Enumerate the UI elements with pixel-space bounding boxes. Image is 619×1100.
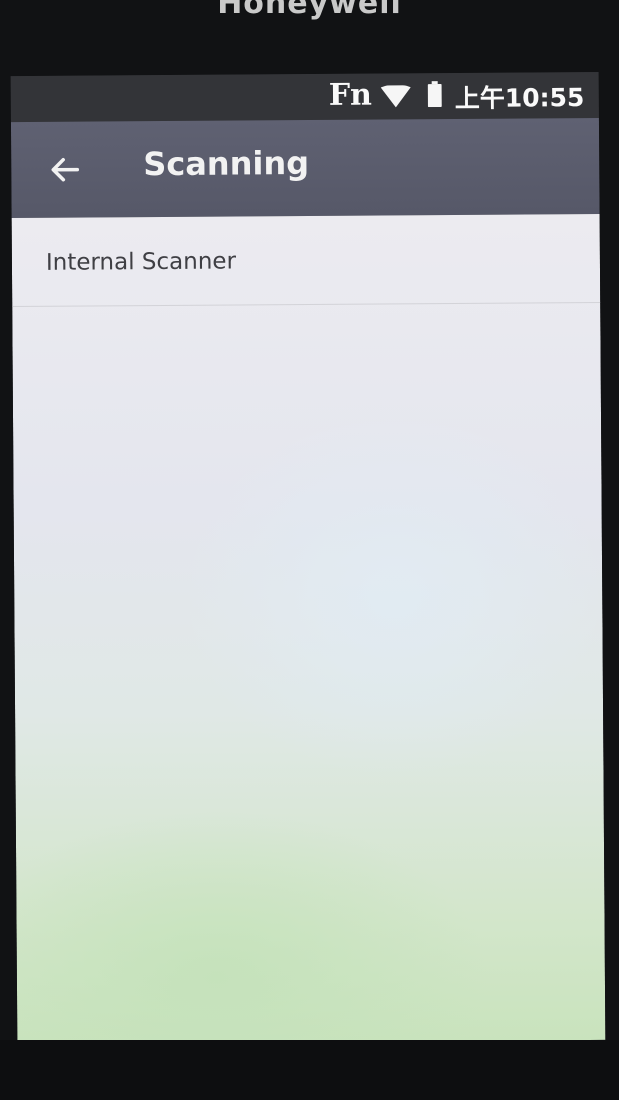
status-time: 上午10:55 — [454, 83, 585, 113]
status-bar: Fn 上午10:55 — [10, 71, 599, 123]
page-title: Scanning — [143, 143, 310, 184]
device-brand-logo: Honeywell — [217, 0, 402, 21]
fn-indicator: Fn — [328, 77, 373, 113]
device-screen: Fn 上午10:55 Scanning Internal Scanner — [10, 71, 606, 1045]
battery-icon — [427, 81, 442, 108]
settings-list: Internal Scanner — [11, 213, 606, 1045]
back-arrow-icon[interactable] — [47, 152, 83, 188]
wifi-icon — [380, 85, 411, 108]
device-frame: Honeywell Fn 上午10:55 Scanning Internal S… — [0, 0, 619, 1100]
bottom-bezel — [0, 1040, 619, 1100]
list-item-label: Internal Scanner — [45, 248, 237, 276]
app-bar: Scanning — [10, 117, 600, 219]
list-item-internal-scanner[interactable]: Internal Scanner — [11, 213, 601, 308]
